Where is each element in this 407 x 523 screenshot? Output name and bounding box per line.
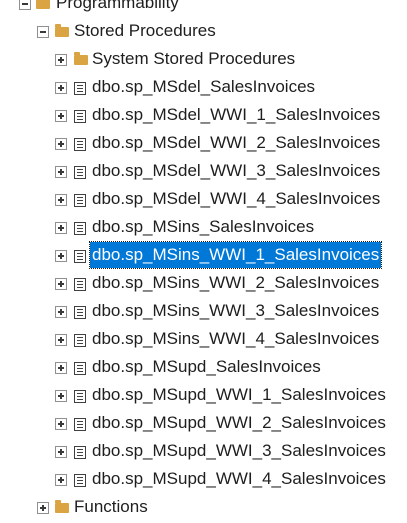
stored-procedure-icon — [74, 418, 86, 431]
tree-node-label[interactable]: dbo.sp_MSupd_WWI_2_SalesInvoices — [90, 410, 388, 436]
stored-procedure-icon — [74, 222, 86, 235]
collapse-minus-icon[interactable] — [19, 0, 31, 10]
tree-node-procedure[interactable]: dbo.sp_MSins_WWI_3_SalesInvoices — [0, 298, 407, 326]
expand-plus-icon[interactable] — [55, 82, 67, 94]
expand-plus-icon[interactable] — [55, 138, 67, 150]
tree-node-label[interactable]: dbo.sp_MSdel_WWI_2_SalesInvoices — [90, 130, 382, 156]
tree-node-label[interactable]: dbo.sp_MSins_WWI_2_SalesInvoices — [90, 270, 381, 296]
tree-node-procedure[interactable]: dbo.sp_MSupd_WWI_4_SalesInvoices — [0, 466, 407, 494]
tree-node-procedure[interactable]: dbo.sp_MSdel_WWI_3_SalesInvoices — [0, 158, 407, 186]
tree-node-label[interactable]: dbo.sp_MSins_SalesInvoices — [90, 214, 316, 240]
tree-node-label[interactable]: dbo.sp_MSupd_SalesInvoices — [90, 354, 323, 380]
expand-plus-icon[interactable] — [55, 446, 67, 458]
stored-procedure-icon — [74, 110, 86, 123]
tree-node-label[interactable]: dbo.sp_MSdel_WWI_1_SalesInvoices — [90, 102, 382, 128]
tree-node-procedure-selected[interactable]: dbo.sp_MSins_WWI_1_SalesInvoices — [0, 241, 407, 270]
tree-node-procedure[interactable]: dbo.sp_MSupd_WWI_1_SalesInvoices — [0, 382, 407, 410]
tree-node-stored-procedures[interactable]: Stored Procedures — [0, 18, 407, 46]
tree-node-procedure[interactable]: dbo.sp_MSdel_WWI_4_SalesInvoices — [0, 186, 407, 214]
folder-icon — [55, 500, 69, 513]
expand-plus-icon[interactable] — [55, 418, 67, 430]
tree-node-label[interactable]: System Stored Procedures — [90, 46, 297, 72]
expand-plus-icon[interactable] — [55, 334, 67, 346]
expand-plus-icon[interactable] — [55, 110, 67, 122]
stored-procedure-icon — [74, 250, 86, 263]
expand-plus-icon[interactable] — [55, 390, 67, 402]
tree-node-programmability[interactable]: Programmability — [0, 0, 407, 18]
stored-procedure-icon — [74, 138, 86, 151]
stored-procedure-icon — [74, 278, 86, 291]
tree-node-procedure[interactable]: dbo.sp_MSdel_WWI_1_SalesInvoices — [0, 102, 407, 130]
tree-node-label[interactable]: dbo.sp_MSdel_WWI_3_SalesInvoices — [90, 158, 382, 184]
stored-procedure-icon — [74, 474, 86, 487]
stored-procedure-icon — [74, 194, 86, 207]
expand-plus-icon[interactable] — [55, 194, 67, 206]
tree-node-procedure[interactable]: dbo.sp_MSupd_SalesInvoices — [0, 354, 407, 382]
stored-procedure-icon — [74, 390, 86, 403]
tree-node-label[interactable]: dbo.sp_MSupd_WWI_3_SalesInvoices — [90, 438, 388, 464]
tree-node-label[interactable]: Functions — [72, 494, 150, 520]
collapse-minus-icon[interactable] — [37, 26, 49, 38]
expand-plus-icon[interactable] — [55, 250, 67, 262]
folder-icon — [55, 24, 69, 37]
expand-plus-icon[interactable] — [55, 362, 67, 374]
tree-node-label[interactable]: Programmability — [54, 0, 181, 16]
expand-plus-icon[interactable] — [55, 278, 67, 290]
tree-node-label[interactable]: Stored Procedures — [72, 18, 218, 44]
tree-node-label[interactable]: dbo.sp_MSins_WWI_4_SalesInvoices — [90, 326, 381, 352]
tree-node-label[interactable]: dbo.sp_MSupd_WWI_4_SalesInvoices — [90, 466, 388, 492]
expand-plus-icon[interactable] — [55, 166, 67, 178]
expand-plus-icon[interactable] — [55, 222, 67, 234]
expand-plus-icon[interactable] — [37, 502, 49, 514]
stored-procedure-icon — [74, 446, 86, 459]
tree-node-system-stored-procedures[interactable]: System Stored Procedures — [0, 46, 407, 74]
stored-procedure-icon — [74, 362, 86, 375]
tree-node-functions[interactable]: Functions — [0, 494, 407, 522]
tree-node-procedure[interactable]: dbo.sp_MSins_SalesInvoices — [0, 214, 407, 242]
tree-node-label[interactable]: dbo.sp_MSins_WWI_1_SalesInvoices — [88, 241, 383, 269]
tree-node-procedure[interactable]: dbo.sp_MSins_WWI_2_SalesInvoices — [0, 270, 407, 298]
stored-procedure-icon — [74, 82, 86, 95]
tree-node-procedure[interactable]: dbo.sp_MSdel_WWI_2_SalesInvoices — [0, 130, 407, 158]
tree-node-procedure[interactable]: dbo.sp_MSdel_SalesInvoices — [0, 74, 407, 102]
tree-node-procedure[interactable]: dbo.sp_MSins_WWI_4_SalesInvoices — [0, 326, 407, 354]
tree-node-procedure[interactable]: dbo.sp_MSupd_WWI_2_SalesInvoices — [0, 410, 407, 438]
folder-icon — [74, 52, 88, 65]
stored-procedure-icon — [74, 166, 86, 179]
object-explorer-tree: Programmability Stored Procedures System… — [0, 0, 407, 522]
tree-node-procedure[interactable]: dbo.sp_MSupd_WWI_3_SalesInvoices — [0, 438, 407, 466]
expand-plus-icon[interactable] — [55, 474, 67, 486]
expand-plus-icon[interactable] — [55, 54, 67, 66]
expand-plus-icon[interactable] — [55, 306, 67, 318]
tree-node-label[interactable]: dbo.sp_MSdel_SalesInvoices — [90, 74, 317, 100]
stored-procedure-icon — [74, 334, 86, 347]
stored-procedure-icon — [74, 306, 86, 319]
tree-node-label[interactable]: dbo.sp_MSdel_WWI_4_SalesInvoices — [90, 186, 382, 212]
tree-node-label[interactable]: dbo.sp_MSupd_WWI_1_SalesInvoices — [90, 382, 388, 408]
tree-node-label[interactable]: dbo.sp_MSins_WWI_3_SalesInvoices — [90, 298, 381, 324]
folder-icon — [36, 0, 50, 9]
